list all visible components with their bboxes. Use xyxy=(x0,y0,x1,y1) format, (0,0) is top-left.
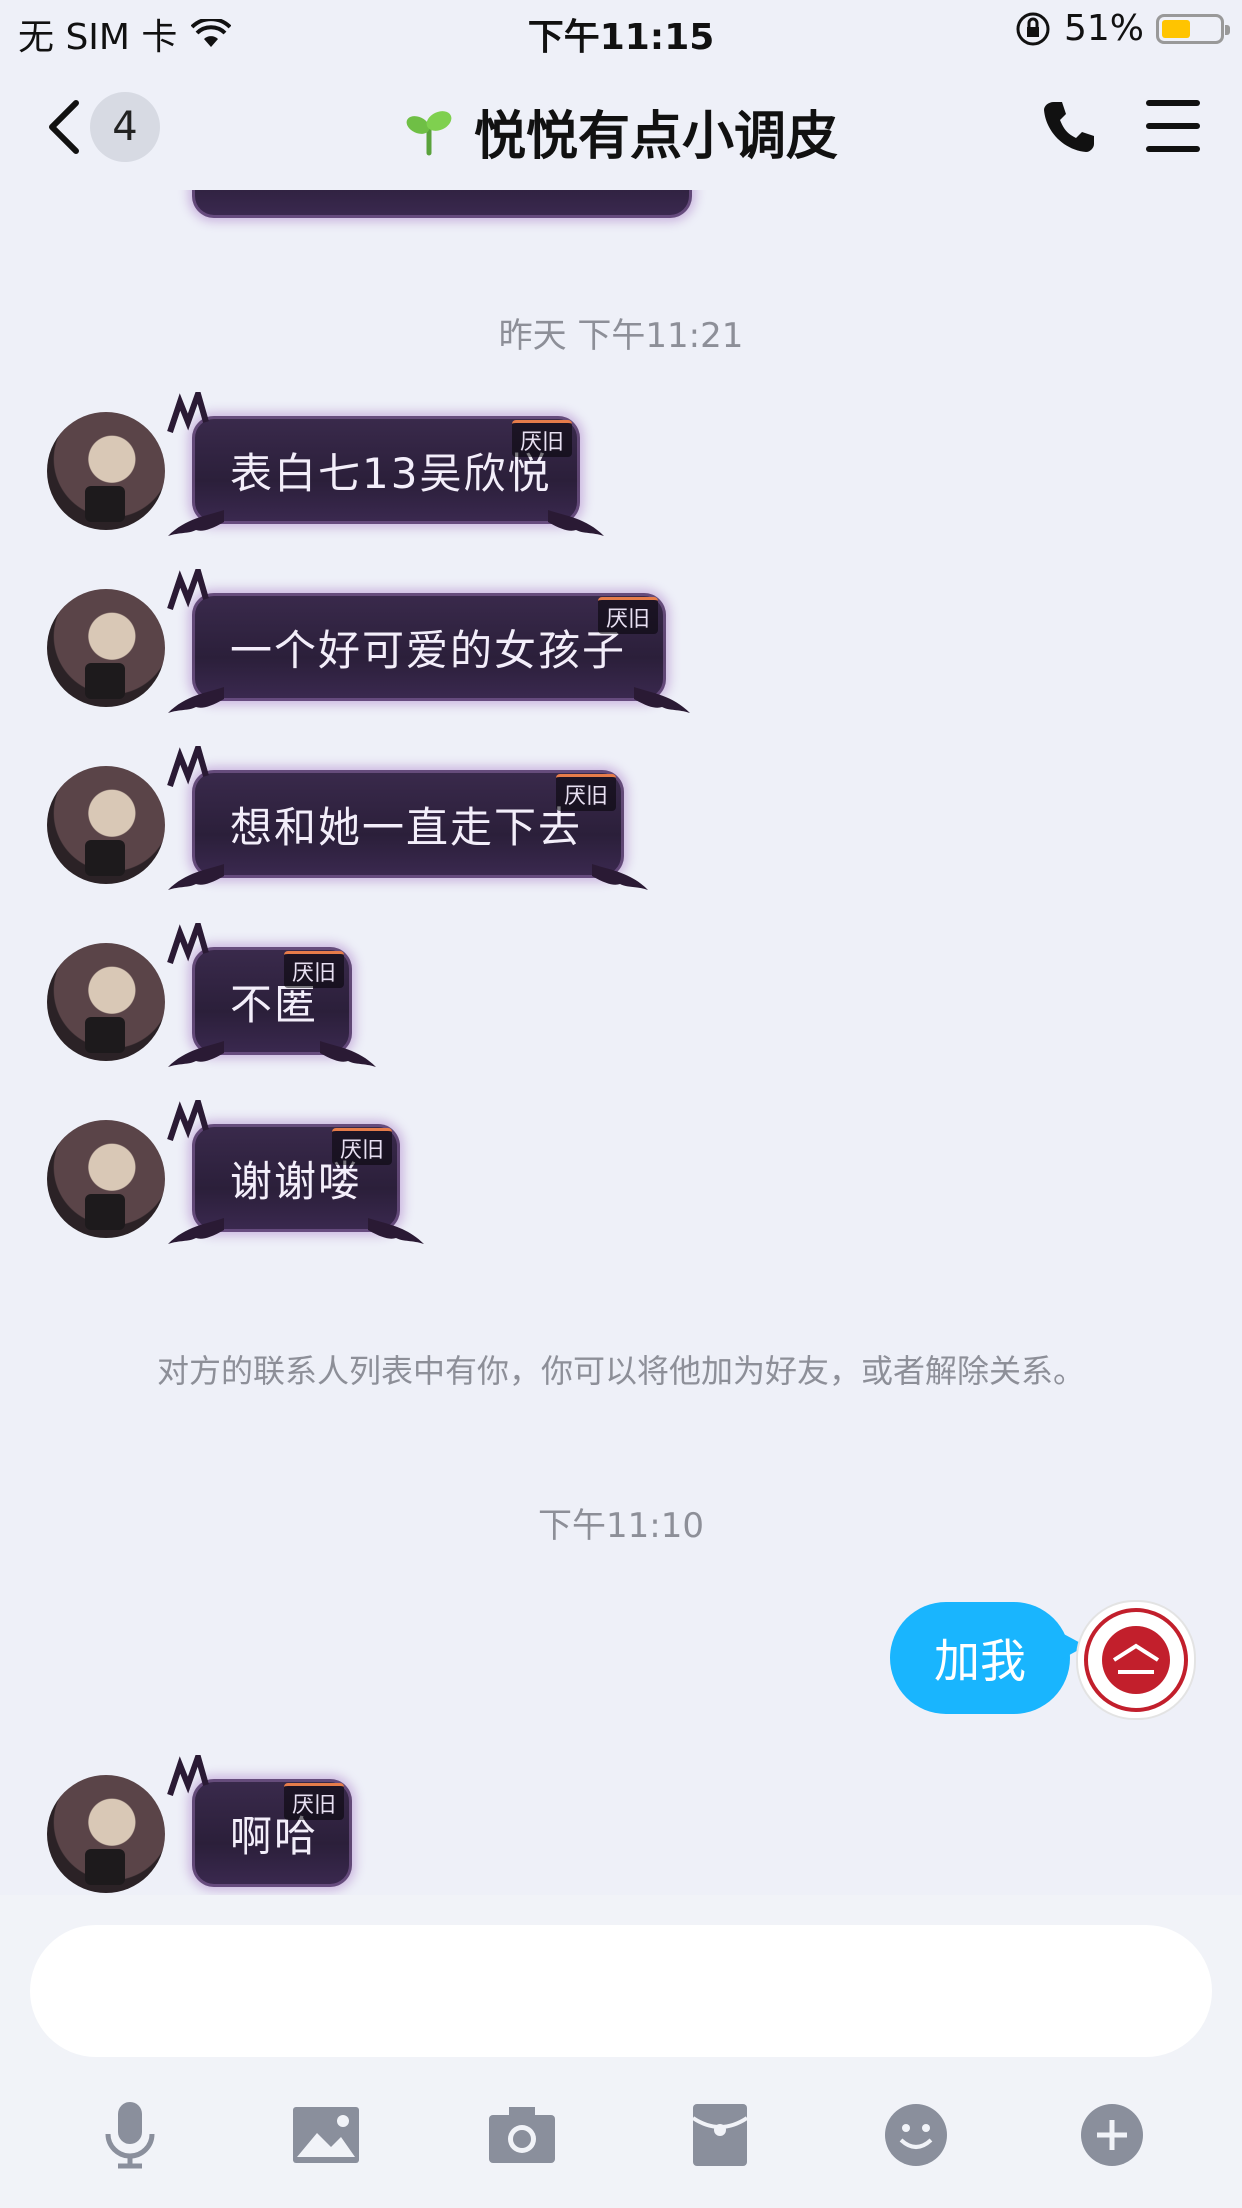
message-text: 一个好可爱的女孩子 xyxy=(230,625,627,675)
battery-icon xyxy=(1156,13,1230,44)
microphone-icon xyxy=(105,2102,155,2169)
bubble-tag: 厌旧 xyxy=(555,774,616,811)
sprout-icon xyxy=(406,110,452,155)
avatar[interactable] xyxy=(47,589,165,707)
more-button[interactable] xyxy=(1072,2095,1152,2175)
voice-button[interactable] xyxy=(90,2095,170,2175)
message-text: 表白七13吴欣悦 xyxy=(230,448,552,498)
message-text: 想和她一直走下去 xyxy=(230,802,583,852)
emoji-button[interactable] xyxy=(876,2095,956,2175)
devil-horn-icon xyxy=(167,746,209,787)
avatar[interactable] xyxy=(47,412,165,530)
message-bubble[interactable]: 不匿 厌旧 xyxy=(167,923,376,1067)
phone-icon xyxy=(1044,102,1094,152)
message-input[interactable] xyxy=(30,1925,1212,2057)
message-bubble[interactable]: 谢谢喽 厌旧 xyxy=(167,1100,424,1244)
bat-wing-icon xyxy=(320,1041,376,1067)
partial-message-bubble xyxy=(192,190,692,218)
devil-horn-icon xyxy=(167,923,209,964)
camera-icon xyxy=(489,2107,555,2163)
bat-wing-icon xyxy=(168,510,224,536)
bat-wing-icon xyxy=(168,687,224,713)
message-bubble[interactable]: 想和她一直走下去 厌旧 xyxy=(167,746,648,890)
timestamp: 昨天 下午11:21 xyxy=(498,316,744,356)
chat-area[interactable]: 昨天 下午11:21 表白七13吴欣悦 厌旧 一个好可爱的女孩子 厌旧 想和她一… xyxy=(0,190,1242,1895)
my-message-bubble[interactable]: 加我 xyxy=(890,1602,1086,1714)
devil-horn-icon xyxy=(167,569,209,610)
bat-wing-icon xyxy=(548,510,604,536)
bat-wing-icon xyxy=(634,687,690,713)
message-bubble[interactable]: 啊哈 厌旧 xyxy=(167,1755,352,1887)
battery-percent: 51% xyxy=(1063,8,1144,49)
avatar[interactable] xyxy=(47,1120,165,1238)
devil-horn-icon xyxy=(167,1755,209,1796)
plus-icon xyxy=(1081,2104,1143,2166)
message-text: 加我 xyxy=(934,1634,1026,1688)
devil-horn-icon xyxy=(167,1100,209,1141)
bubble-tag: 厌旧 xyxy=(511,420,572,457)
bubble-tag: 厌旧 xyxy=(283,951,344,988)
emoji-icon xyxy=(885,2104,947,2166)
system-notice: 对方的联系人列表中有你，你可以将他加为好友，或者解除关系。 xyxy=(156,1352,1085,1390)
chat-title[interactable]: 悦悦有点小调皮 xyxy=(474,94,838,169)
bat-wing-icon xyxy=(168,1218,224,1244)
bat-wing-icon xyxy=(368,1218,424,1244)
avatar[interactable] xyxy=(47,766,165,884)
orientation-lock-icon xyxy=(1016,12,1050,45)
message-bubble[interactable]: 表白七13吴欣悦 厌旧 xyxy=(167,392,604,536)
camera-button[interactable] xyxy=(482,2095,562,2175)
input-area xyxy=(0,1895,1242,2208)
image-icon xyxy=(293,2107,359,2163)
nav-bar: 4 悦悦有点小调皮 xyxy=(0,62,1242,190)
bat-wing-icon xyxy=(168,1041,224,1067)
input-toolbar xyxy=(0,2095,1242,2195)
status-bar: 无 SIM 卡 下午11:15 51% xyxy=(0,0,1242,62)
bat-wing-icon xyxy=(168,864,224,890)
call-button[interactable] xyxy=(1040,98,1096,158)
school-logo-icon xyxy=(1084,1608,1188,1712)
menu-button[interactable] xyxy=(1146,100,1200,169)
my-avatar[interactable] xyxy=(1076,1600,1196,1720)
red-packet-icon xyxy=(691,2104,749,2166)
avatar[interactable] xyxy=(47,943,165,1061)
message-bubble[interactable]: 一个好可爱的女孩子 厌旧 xyxy=(167,569,690,713)
timestamp: 下午11:10 xyxy=(538,1506,704,1546)
bubble-tag: 厌旧 xyxy=(283,1783,344,1820)
red-packet-button[interactable] xyxy=(680,2095,760,2175)
bat-wing-icon xyxy=(592,864,648,890)
devil-horn-icon xyxy=(167,392,209,433)
avatar[interactable] xyxy=(47,1775,165,1893)
bubble-tag: 厌旧 xyxy=(597,597,658,634)
image-button[interactable] xyxy=(286,2095,366,2175)
bubble-tag: 厌旧 xyxy=(331,1128,392,1165)
